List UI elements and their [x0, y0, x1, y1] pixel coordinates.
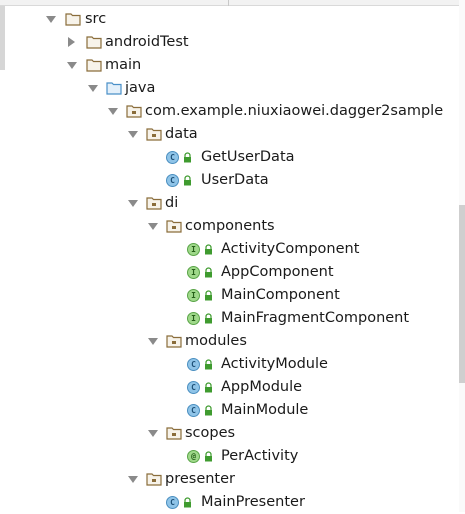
tree-node-package[interactable]: com.example.niuxiaowei.dagger2sample: [0, 100, 459, 123]
tree-node-mainpresenter[interactable]: C MainPresenter: [0, 491, 459, 514]
lock-icon: [204, 359, 213, 370]
tree-node-label: AppModule: [221, 379, 303, 395]
tree-node-src[interactable]: src: [0, 8, 459, 31]
tree-node-label: com.example.niuxiaowei.dagger2sample: [145, 103, 444, 119]
tree-node-label: scopes: [185, 425, 236, 441]
folder-icon: [65, 8, 81, 31]
expand-arrow-icon[interactable]: [146, 422, 160, 445]
tree-node-main[interactable]: main: [0, 54, 459, 77]
package-icon: [146, 468, 162, 491]
tree-node-label: src: [85, 11, 107, 27]
tree-node-label: ActivityComponent: [221, 241, 360, 257]
tree-node-label: AppComponent: [221, 264, 334, 280]
tree-node-label: MainPresenter: [201, 494, 305, 510]
tree-node-label: PerActivity: [221, 448, 299, 464]
expand-arrow-icon[interactable]: [65, 54, 79, 77]
folder-icon: [86, 54, 102, 77]
tree-node-label: di: [165, 195, 179, 211]
collapse-arrow-icon[interactable]: [65, 31, 79, 54]
source-folder-icon: [106, 77, 122, 100]
lock-icon: [183, 152, 192, 163]
tree-node-userdata[interactable]: C UserData: [0, 169, 459, 192]
class-icon: C: [166, 151, 179, 164]
expand-arrow-icon[interactable]: [146, 330, 160, 353]
expand-arrow-icon[interactable]: [126, 192, 140, 215]
tree-node-data[interactable]: data: [0, 123, 459, 146]
expand-arrow-icon[interactable]: [126, 468, 140, 491]
lock-icon: [204, 267, 213, 278]
tree-node-label: data: [165, 126, 198, 142]
lock-icon: [204, 451, 213, 462]
lock-icon: [204, 244, 213, 255]
tree-node-activitycomponent[interactable]: I ActivityComponent: [0, 238, 459, 261]
tree-node-label: ActivityModule: [221, 356, 328, 372]
package-icon: [166, 330, 182, 353]
annotation-icon: @: [187, 450, 200, 463]
expand-arrow-icon[interactable]: [146, 215, 160, 238]
tree-node-mainfragmentcomponent[interactable]: I MainFragmentComponent: [0, 307, 459, 330]
interface-icon: I: [187, 312, 200, 325]
lock-icon: [183, 497, 192, 508]
tree-node-label: androidTest: [105, 34, 189, 50]
tree-node-di[interactable]: di: [0, 192, 459, 215]
lock-icon: [204, 382, 213, 393]
expand-arrow-icon[interactable]: [86, 77, 100, 100]
header-divider: [228, 0, 229, 6]
tree-node-label: MainFragmentComponent: [221, 310, 410, 326]
tree-node-scopes[interactable]: scopes: [0, 422, 459, 445]
lock-icon: [204, 290, 213, 301]
folder-icon: [86, 31, 102, 54]
lock-icon: [204, 405, 213, 416]
tree-node-getuserdata[interactable]: C GetUserData: [0, 146, 459, 169]
package-icon: [146, 192, 162, 215]
tree-node-label: components: [185, 218, 275, 234]
package-icon: [126, 100, 142, 123]
lock-icon: [183, 175, 192, 186]
expand-arrow-icon[interactable]: [44, 8, 58, 31]
expand-arrow-icon[interactable]: [106, 100, 120, 123]
package-icon: [166, 422, 182, 445]
lock-icon: [204, 313, 213, 324]
class-icon: C: [166, 174, 179, 187]
tree-node-label: modules: [185, 333, 247, 349]
tree-node-mainmodule[interactable]: C MainModule: [0, 399, 459, 422]
vertical-scrollbar-thumb[interactable]: [459, 205, 465, 383]
tree-node-label: MainComponent: [221, 287, 340, 303]
tree-node-appmodule[interactable]: C AppModule: [0, 376, 459, 399]
expand-arrow-icon[interactable]: [126, 123, 140, 146]
class-icon: C: [166, 496, 179, 509]
panel-header-strip: [0, 0, 465, 6]
tree-node-maincomponent[interactable]: I MainComponent: [0, 284, 459, 307]
project-tree: src androidTest main java com.example.ni…: [0, 8, 459, 514]
tree-node-androidtest[interactable]: androidTest: [0, 31, 459, 54]
interface-icon: I: [187, 243, 200, 256]
tree-node-label: MainModule: [221, 402, 309, 418]
class-icon: C: [187, 358, 200, 371]
interface-icon: I: [187, 266, 200, 279]
interface-icon: I: [187, 289, 200, 302]
tree-node-label: main: [105, 57, 142, 73]
tree-node-appcomponent[interactable]: I AppComponent: [0, 261, 459, 284]
tree-node-label: java: [125, 80, 156, 96]
tree-node-label: UserData: [201, 172, 269, 188]
class-icon: C: [187, 381, 200, 394]
tree-node-components[interactable]: components: [0, 215, 459, 238]
tree-node-modules[interactable]: modules: [0, 330, 459, 353]
tree-node-presenter[interactable]: presenter: [0, 468, 459, 491]
class-icon: C: [187, 404, 200, 417]
tree-node-java[interactable]: java: [0, 77, 459, 100]
package-icon: [146, 123, 162, 146]
package-icon: [166, 215, 182, 238]
tree-node-activitymodule[interactable]: C ActivityModule: [0, 353, 459, 376]
tree-node-label: presenter: [165, 471, 236, 487]
tree-node-peractivity[interactable]: @ PerActivity: [0, 445, 459, 468]
tree-node-label: GetUserData: [201, 149, 295, 165]
